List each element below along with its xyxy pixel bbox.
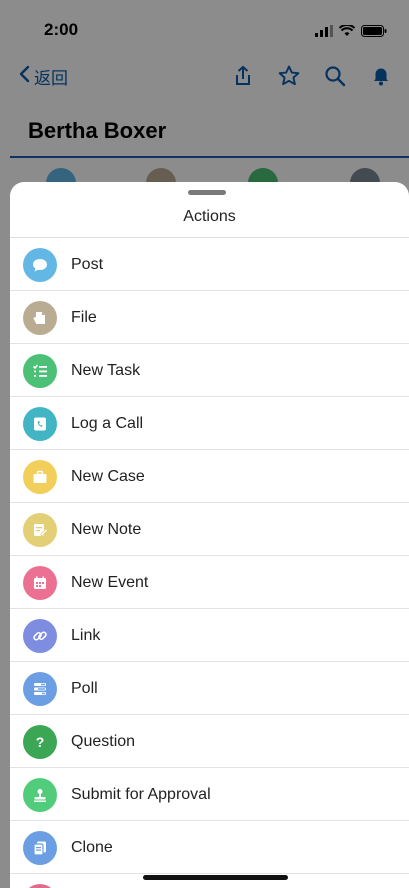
poll-icon <box>23 671 57 706</box>
action-label: File <box>71 308 97 326</box>
action-item-log-a-call[interactable]: Log a Call <box>10 397 409 450</box>
action-label: Log a Call <box>71 414 144 432</box>
action-item-new-case[interactable]: New Case <box>10 450 409 503</box>
action-item-question[interactable]: ? Question <box>10 715 409 768</box>
action-icon-partial <box>23 883 57 888</box>
action-label: Poll <box>71 679 98 697</box>
action-label: New Case <box>71 467 145 485</box>
action-item-file[interactable]: File <box>10 291 409 344</box>
sheet-grabber-handle[interactable] <box>188 190 226 195</box>
question-icon: ? <box>23 724 57 759</box>
action-label: New Event <box>71 573 149 591</box>
action-item-post[interactable]: Post <box>10 238 409 291</box>
calendar-icon <box>23 565 57 600</box>
action-label: Post <box>71 255 104 273</box>
note-edit-icon <box>23 512 57 547</box>
briefcase-icon <box>23 459 57 494</box>
actions-bottom-sheet: Actions Post File New Task Log a Call Ne… <box>10 182 409 888</box>
svg-text:?: ? <box>36 734 45 750</box>
action-item-new-task[interactable]: New Task <box>10 344 409 397</box>
actions-list: Post File New Task Log a Call New Case N… <box>10 238 409 888</box>
action-item-submit-for-approval[interactable]: Submit for Approval <box>10 768 409 821</box>
approval-stamp-icon <box>23 777 57 812</box>
task-list-icon <box>23 353 57 388</box>
action-item-link[interactable]: Link <box>10 609 409 662</box>
sheet-title: Actions <box>183 208 236 225</box>
file-icon <box>23 300 57 335</box>
comment-icon <box>23 247 57 282</box>
action-label: Question <box>71 732 136 750</box>
action-item-new-note[interactable]: New Note <box>10 503 409 556</box>
action-label: Clone <box>71 838 113 856</box>
action-item-new-event[interactable]: New Event <box>10 556 409 609</box>
action-item-clone[interactable]: Clone <box>10 821 409 874</box>
action-label: New Task <box>71 361 141 379</box>
action-label: Link <box>71 626 101 644</box>
action-label: New Note <box>71 520 142 538</box>
link-icon <box>23 618 57 653</box>
home-indicator[interactable] <box>143 875 288 880</box>
clone-icon <box>23 830 57 865</box>
phone-log-icon <box>23 406 57 441</box>
action-label: Submit for Approval <box>71 785 211 803</box>
action-item-poll[interactable]: Poll <box>10 662 409 715</box>
